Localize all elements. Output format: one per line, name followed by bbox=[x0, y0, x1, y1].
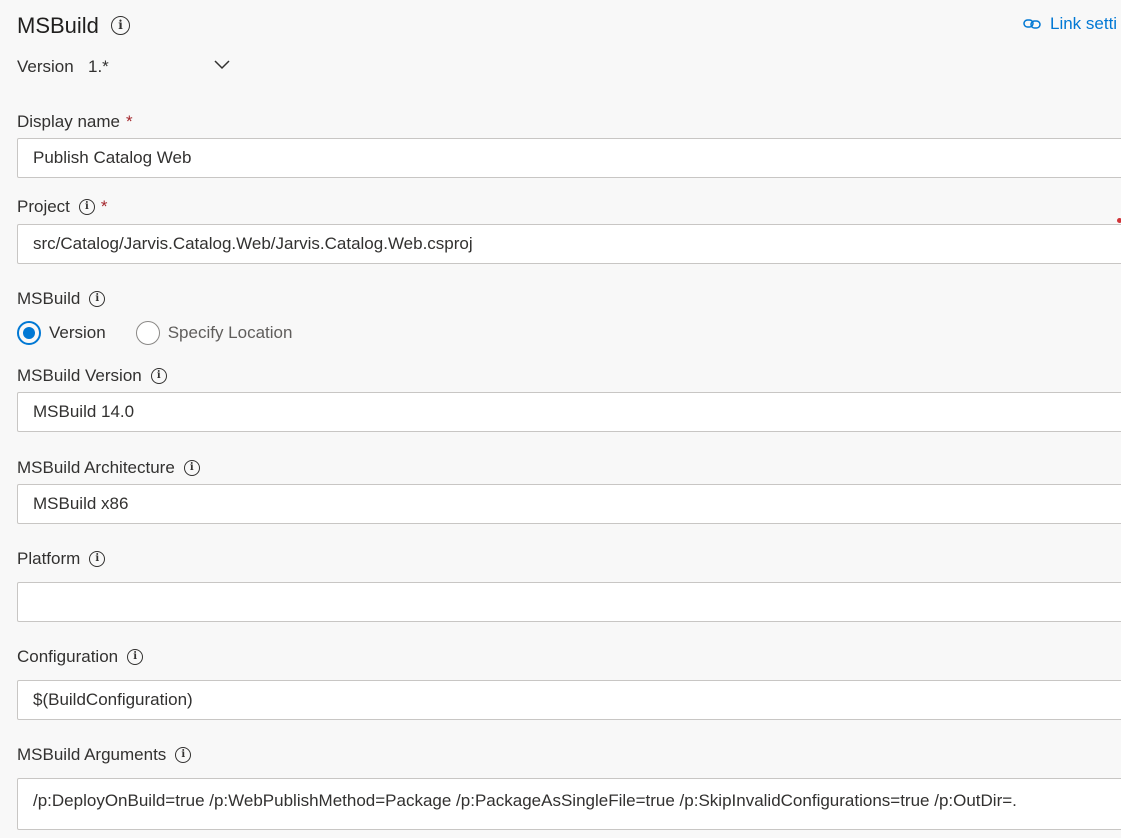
msbuild-version-label-text: MSBuild Version bbox=[17, 366, 142, 385]
msbuild-architecture-label-text: MSBuild Architecture bbox=[17, 458, 175, 477]
msbuild-arguments-label: MSBuild Arguments i bbox=[17, 744, 192, 766]
msbuild-label: MSBuild i bbox=[17, 288, 106, 310]
platform-input[interactable] bbox=[17, 582, 1121, 622]
msbuild-arguments-input[interactable]: /p:DeployOnBuild=true /p:WebPublishMetho… bbox=[17, 778, 1121, 830]
configuration-label-text: Configuration bbox=[17, 647, 119, 666]
info-icon[interactable]: i bbox=[175, 747, 192, 763]
version-label: Version bbox=[17, 57, 74, 76]
project-label: Project i * bbox=[17, 196, 108, 218]
error-indicator bbox=[1117, 218, 1121, 223]
display-name-input[interactable]: Publish Catalog Web bbox=[17, 138, 1121, 178]
info-icon[interactable]: i bbox=[150, 368, 167, 384]
radio-option-version[interactable]: Version bbox=[17, 321, 106, 345]
info-icon[interactable]: i bbox=[89, 291, 106, 307]
link-settings-link[interactable]: Link setti bbox=[1023, 13, 1117, 35]
msbuild-radio-group: Version Specify Location bbox=[17, 321, 292, 345]
info-icon[interactable]: i bbox=[183, 460, 200, 476]
configuration-input[interactable]: $(BuildConfiguration) bbox=[17, 680, 1121, 720]
msbuild-arguments-label-text: MSBuild Arguments bbox=[17, 745, 167, 764]
msbuild-version-select[interactable]: MSBuild 14.0 bbox=[17, 392, 1121, 432]
info-icon[interactable]: i bbox=[111, 16, 130, 35]
info-icon[interactable]: i bbox=[89, 551, 106, 567]
link-settings-label: Link setti bbox=[1050, 14, 1118, 33]
info-icon[interactable]: i bbox=[127, 649, 144, 665]
version-select[interactable]: 1.* bbox=[88, 56, 109, 78]
project-label-text: Project bbox=[17, 197, 70, 216]
task-title: MSBuild bbox=[17, 13, 99, 38]
msbuild-architecture-select[interactable]: MSBuild x86 bbox=[17, 484, 1121, 524]
msbuild-task-panel: MSBuild i Link setti Version 1.* Display… bbox=[0, 0, 1121, 838]
platform-label: Platform i bbox=[17, 548, 106, 570]
msbuild-architecture-label: MSBuild Architecture i bbox=[17, 457, 200, 479]
info-icon[interactable]: i bbox=[78, 199, 95, 215]
radio-option-specify-location[interactable]: Specify Location bbox=[135, 321, 293, 345]
display-name-label-text: Display name bbox=[17, 112, 120, 131]
msbuild-label-text: MSBuild bbox=[17, 289, 81, 308]
project-input[interactable]: src/Catalog/Jarvis.Catalog.Web/Jarvis.Ca… bbox=[17, 224, 1121, 264]
required-marker: * bbox=[100, 197, 108, 216]
radio-button[interactable] bbox=[135, 321, 160, 345]
radio-label-specify-location: Specify Location bbox=[167, 323, 293, 342]
configuration-label: Configuration i bbox=[17, 646, 144, 668]
required-marker: * bbox=[126, 112, 133, 131]
msbuild-version-label: MSBuild Version i bbox=[17, 365, 167, 387]
radio-label-version: Version bbox=[49, 323, 106, 342]
platform-label-text: Platform bbox=[17, 549, 81, 568]
link-icon bbox=[1023, 19, 1041, 29]
display-name-label: Display name * bbox=[17, 111, 133, 133]
chevron-down-icon[interactable] bbox=[214, 58, 230, 70]
radio-button-selected[interactable] bbox=[17, 321, 41, 345]
